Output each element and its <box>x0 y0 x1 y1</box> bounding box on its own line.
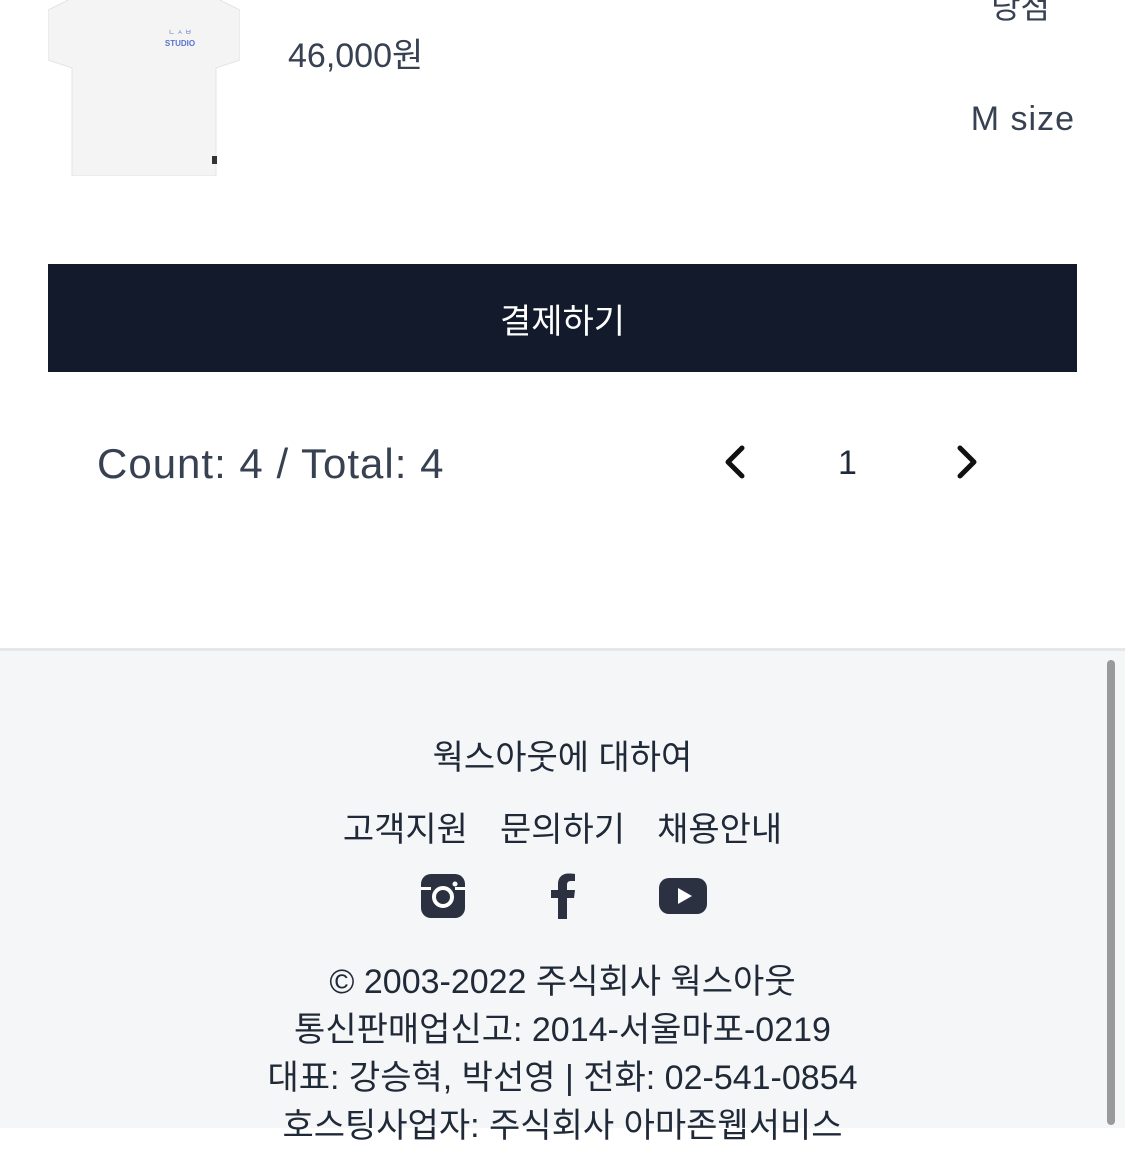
product-size: M size <box>970 100 1075 138</box>
chevron-right-icon <box>957 445 977 479</box>
footer-links: 고객지원 문의하기 채용안내 <box>0 802 1125 851</box>
status-label: 당첨 <box>991 0 1050 25</box>
next-page-button[interactable] <box>952 444 982 480</box>
hosting-provider-text: 호스팅사업자: 주식회사 아마존웹서비스 <box>282 1107 843 1145</box>
svg-text:ㄴ ㅅ ㅂ: ㄴ ㅅ ㅂ <box>168 29 191 36</box>
representative-text: 대표: 강승혁, 박선영 | 전화: 02-541-0854 <box>267 1059 858 1097</box>
footer-about-label[interactable]: 웍스아웃에 대하여 <box>433 739 693 777</box>
pay-button[interactable]: 결제하기 <box>48 264 1077 372</box>
product-price: 46,000원 <box>288 37 424 75</box>
prev-page-button[interactable] <box>720 444 750 480</box>
footer-link-careers[interactable]: 채용안내 <box>657 802 782 851</box>
facebook-icon[interactable] <box>538 872 588 920</box>
count-total-text: Count: 4 / Total: 4 <box>97 440 445 487</box>
social-links <box>0 872 1125 920</box>
legal-info: © 2003-2022 주식회사 웍스아웃 통신판매업신고: 2014-서울마포… <box>0 958 1125 1150</box>
product-thumbnail[interactable]: ㄴ ㅅ ㅂ STUDIO <box>47 0 241 177</box>
footer-link-support[interactable]: 고객지원 <box>343 802 468 851</box>
current-page-number[interactable]: 1 <box>838 444 857 483</box>
footer-link-inquiry[interactable]: 문의하기 <box>500 802 625 851</box>
chevron-left-icon <box>725 445 745 479</box>
footer-about-link[interactable]: 웍스아웃에 대하여 <box>0 730 1125 779</box>
youtube-icon[interactable] <box>658 872 708 920</box>
business-registration-text: 통신판매업신고: 2014-서울마포-0219 <box>294 1011 831 1049</box>
thumbnail-logo-text: STUDIO <box>165 39 195 48</box>
copyright-text: © 2003-2022 주식회사 웍스아웃 <box>329 963 796 1001</box>
instagram-icon[interactable] <box>418 872 468 920</box>
